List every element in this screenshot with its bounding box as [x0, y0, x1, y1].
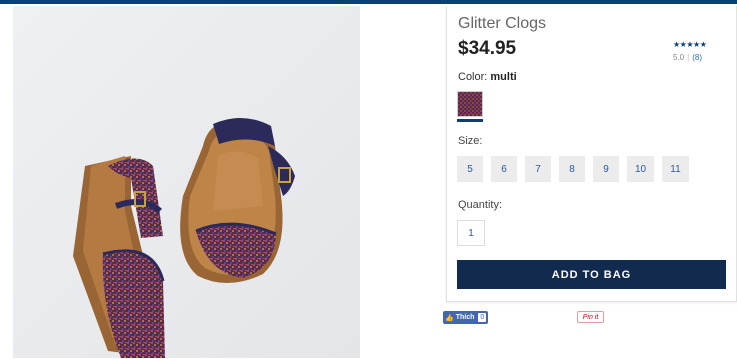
size-option-11[interactable]: 11 [662, 156, 689, 182]
review-count-link[interactable]: (8) [692, 53, 702, 62]
quantity-label: Quantity: [458, 199, 503, 211]
rating-score: 5.0 [673, 53, 685, 62]
product-image[interactable] [13, 6, 360, 358]
pinterest-pin-button[interactable]: Pin it [577, 311, 604, 323]
size-option-7[interactable]: 7 [525, 156, 551, 182]
size-label: Size: [458, 135, 483, 147]
facebook-like-label: Thích [455, 314, 475, 321]
quantity-input[interactable]: 1 [457, 220, 485, 246]
color-label: Color: multi [458, 71, 517, 83]
product-title: Glitter Clogs [458, 15, 547, 32]
add-to-bag-button[interactable]: ADD TO BAG [457, 260, 726, 289]
top-nav-bar [0, 0, 737, 4]
color-value: multi [490, 71, 517, 83]
rating-separator: | [687, 53, 690, 62]
thumbs-up-icon: 👍 [445, 314, 454, 322]
star-rating-icon[interactable]: ★★★★★ [673, 40, 707, 49]
product-info-panel: Glitter Clogs $34.95 ★★★★★ 5.0 | (8) Color… [446, 6, 737, 302]
rating-summary: 5.0 | (8) [673, 53, 702, 62]
facebook-like-count: 0 [478, 313, 487, 322]
product-price: $34.95 [458, 38, 517, 59]
selected-swatch-indicator [457, 119, 483, 122]
size-option-10[interactable]: 10 [627, 156, 654, 182]
color-swatch-multi[interactable] [457, 91, 483, 117]
size-option-6[interactable]: 6 [491, 156, 517, 182]
facebook-like-button[interactable]: 👍 Thích 0 [443, 311, 488, 324]
size-option-8[interactable]: 8 [559, 156, 585, 182]
size-option-9[interactable]: 9 [593, 156, 619, 182]
size-option-5[interactable]: 5 [457, 156, 483, 182]
color-label-text: Color: [458, 71, 488, 83]
